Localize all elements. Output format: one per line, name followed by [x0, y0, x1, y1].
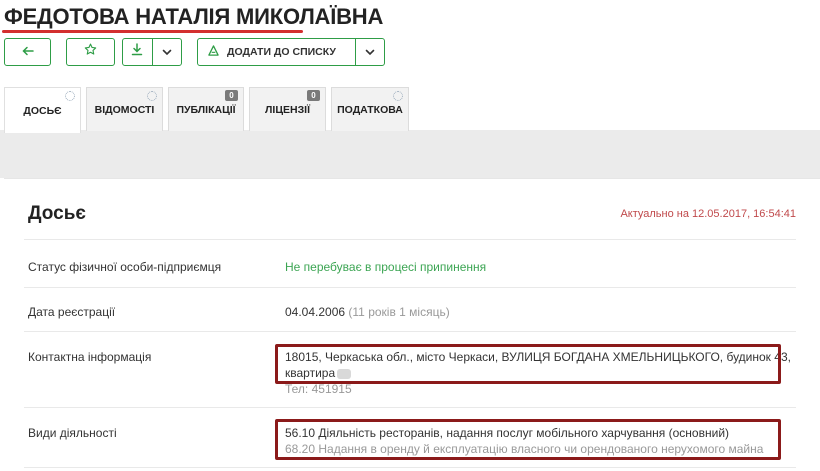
- count-badge: 0: [307, 90, 320, 101]
- highlight-box: [275, 344, 781, 384]
- actuality-timestamp: Актуально на 12.05.2017, 16:54:41: [620, 208, 796, 220]
- tab-label: ЛІЦЕНЗІЇ: [265, 103, 310, 116]
- favorite-button[interactable]: [66, 38, 115, 66]
- chevron-down-icon: [365, 43, 375, 61]
- add-to-list-button-group[interactable]: ДОДАТИ ДО СПИСКУ: [197, 38, 385, 66]
- tab-label: ВІДОМОСТІ: [94, 103, 155, 116]
- status-label: Статус фізичної особи-підприємця: [28, 260, 222, 274]
- highlight-box: [275, 419, 781, 460]
- chevron-down-icon: [162, 43, 172, 61]
- divider: [24, 467, 796, 468]
- arrow-left-icon: [21, 43, 34, 61]
- divider: [24, 407, 796, 408]
- download-options-button[interactable]: [153, 39, 182, 65]
- divider: [24, 287, 796, 288]
- reg-date: 04.04.2006: [285, 305, 346, 319]
- list-logo-icon: [208, 43, 219, 61]
- tabs-background: [0, 130, 820, 178]
- tab-label: ДОСЬЄ: [23, 104, 62, 117]
- add-to-list-label: ДОДАТИ ДО СПИСКУ: [227, 46, 336, 58]
- tab-info[interactable]: ВІДОМОСТІ: [86, 87, 163, 131]
- dossier-card: Досьє Актуально на 12.05.2017, 16:54:41 …: [4, 178, 820, 471]
- tab-licenses[interactable]: ЛІЦЕНЗІЇ 0: [249, 87, 326, 131]
- title-underline: [2, 30, 303, 33]
- add-to-list-button[interactable]: ДОДАТИ ДО СПИСКУ: [198, 39, 355, 65]
- tab-dossier[interactable]: ДОСЬЄ: [4, 87, 81, 133]
- tab-label: ПУБЛІКАЦІЇ: [176, 103, 236, 116]
- reg-duration: (11 років 1 місяць): [348, 305, 450, 319]
- back-button[interactable]: [4, 38, 51, 66]
- divider: [24, 331, 796, 332]
- activities-label: Види діяльності: [28, 426, 117, 440]
- loading-spinner-icon: [147, 91, 157, 101]
- section-title: Досьє: [28, 203, 86, 224]
- download-button-group[interactable]: [122, 38, 182, 66]
- contact-label: Контактна інформація: [28, 350, 152, 364]
- reg-date-value: 04.04.2006 (11 років 1 місяць): [285, 304, 450, 320]
- loading-spinner-icon: [393, 91, 403, 101]
- status-value: Не перебуває в процесі припинення: [285, 260, 487, 274]
- loading-spinner-icon: [65, 91, 75, 101]
- tab-tax[interactable]: ПОДАТКОВА: [331, 87, 409, 131]
- tab-publications[interactable]: ПУБЛІКАЦІЇ 0: [168, 87, 244, 131]
- tab-label: ПОДАТКОВА: [337, 103, 403, 116]
- download-icon: [131, 43, 143, 61]
- download-button[interactable]: [123, 39, 152, 65]
- star-icon: [84, 43, 97, 61]
- page-title: ФЕДОТОВА НАТАЛІЯ МИКОЛАЇВНА: [4, 4, 384, 29]
- reg-date-label: Дата реєстрації: [28, 305, 116, 319]
- count-badge: 0: [225, 90, 238, 101]
- add-to-list-options-button[interactable]: [356, 39, 384, 65]
- divider: [24, 239, 796, 240]
